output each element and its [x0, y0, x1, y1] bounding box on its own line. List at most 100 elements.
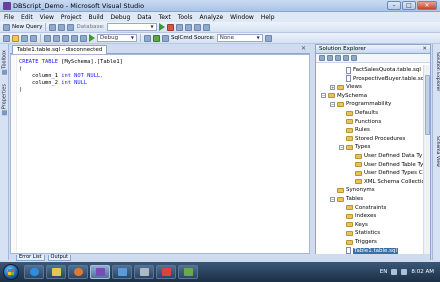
open-file-icon[interactable] — [12, 34, 19, 42]
menu-window[interactable]: Window — [230, 14, 254, 21]
tree-node[interactable]: − Tables — [330, 195, 363, 203]
save-all-icon[interactable] — [30, 34, 37, 42]
toolbar-more-icon[interactable] — [264, 34, 272, 42]
menu-file[interactable]: File — [4, 14, 14, 21]
results-grid-icon[interactable] — [184, 23, 192, 31]
code-text[interactable]: CREATE TABLE [MySchema].[Table1]( column… — [19, 59, 123, 94]
tree-node[interactable]: User Defined Table Ty — [348, 161, 423, 169]
view-designer-icon[interactable] — [351, 55, 357, 61]
menu-edit[interactable]: Edit — [21, 14, 33, 21]
output-tab[interactable]: Output — [47, 254, 71, 261]
add-item-icon[interactable] — [3, 34, 10, 42]
menu-build[interactable]: Build — [88, 14, 103, 21]
start-debug-icon[interactable] — [89, 34, 95, 42]
tree-node[interactable]: Triggers — [339, 238, 377, 246]
taskbar-app-6[interactable] — [134, 265, 154, 279]
doc-tab-table1[interactable]: Table1.table.sql - disconnected — [12, 45, 108, 54]
view-code-icon[interactable] — [343, 55, 349, 61]
parse-icon[interactable] — [175, 23, 183, 31]
schema-view-tab[interactable]: Schema View — [434, 136, 440, 167]
close-button[interactable]: ✕ — [417, 1, 437, 10]
tree-node[interactable]: Stored Procedures — [339, 135, 405, 143]
tree-node[interactable]: − MySchema — [321, 92, 367, 100]
tree-node[interactable]: Functions — [339, 118, 381, 126]
tree-node[interactable]: Indexes — [339, 212, 376, 220]
sqlcmd-mode-icon[interactable] — [153, 34, 160, 42]
change-connection-icon[interactable] — [67, 23, 75, 31]
copy-icon[interactable] — [53, 34, 60, 42]
save-icon[interactable] — [21, 34, 28, 42]
properties-icon[interactable] — [319, 55, 325, 61]
tree-node[interactable]: ProspectiveBuyer.table.sq — [339, 75, 424, 83]
tree-node[interactable]: − Types — [339, 143, 371, 151]
tree-node[interactable]: + Views — [330, 83, 362, 91]
taskbar-visual-studio[interactable] — [90, 265, 110, 279]
tree-node[interactable]: XML Schema Collectio — [348, 178, 424, 186]
menu-debug[interactable]: Debug — [111, 14, 131, 21]
results-text-icon[interactable] — [193, 23, 201, 31]
tree-node[interactable]: − Programmability — [330, 100, 391, 108]
cut-icon[interactable] — [44, 34, 51, 42]
sqlcmd-source-combo[interactable]: None ▼ — [216, 34, 263, 42]
network-icon[interactable] — [391, 269, 398, 275]
collapse-icon[interactable]: − — [330, 101, 335, 107]
code-editor[interactable]: CREATE TABLE [MySchema].[Table1]( column… — [10, 54, 310, 254]
undo-icon[interactable] — [71, 34, 78, 42]
redo-icon[interactable] — [80, 34, 87, 42]
expand-icon[interactable]: + — [330, 84, 335, 90]
maximize-button[interactable]: □ — [402, 1, 416, 10]
menu-text[interactable]: Text — [159, 14, 171, 21]
volume-icon[interactable] — [401, 269, 408, 275]
properties-tab[interactable]: Properties — [1, 84, 8, 116]
error-list-tab[interactable]: Error List — [16, 254, 45, 261]
tree-node[interactable]: Statistics — [339, 229, 380, 237]
tree-node[interactable]: FactSalesQuota.table.sql — [339, 66, 421, 74]
editor-gutter — [11, 55, 17, 253]
collapse-icon[interactable]: − — [339, 144, 344, 150]
paste-icon[interactable] — [62, 34, 69, 42]
taskbar-app-5[interactable] — [112, 265, 132, 279]
connect-icon[interactable] — [49, 23, 57, 31]
menu-tools[interactable]: Tools — [178, 14, 193, 21]
refresh-icon[interactable] — [335, 55, 341, 61]
taskbar-ie[interactable] — [24, 265, 44, 279]
collapse-icon[interactable]: − — [321, 93, 326, 99]
new-query-button[interactable]: New Query — [12, 24, 42, 30]
taskbar-media[interactable] — [68, 265, 88, 279]
tree-node[interactable]: User Defined Types CL — [348, 169, 424, 177]
sqlcmd-variables-icon[interactable] — [162, 34, 169, 42]
cancel-query-icon[interactable] — [166, 23, 174, 31]
language-indicator[interactable]: EN — [380, 269, 388, 275]
disconnect-icon[interactable] — [58, 23, 66, 31]
taskbar-app-8[interactable] — [178, 265, 198, 279]
menu-view[interactable]: View — [40, 14, 54, 21]
tree-node[interactable]: Keys — [339, 221, 368, 229]
scroll-thumb[interactable] — [425, 75, 430, 135]
menu-project[interactable]: Project — [61, 14, 82, 21]
tree-node[interactable]: Rules — [339, 126, 370, 134]
solution-explorer-tab[interactable]: Solution Explorer — [434, 52, 440, 91]
taskbar-app-7[interactable] — [156, 265, 176, 279]
minimize-button[interactable]: – — [387, 1, 401, 10]
taskbar-explorer[interactable] — [46, 265, 66, 279]
close-pane-icon[interactable]: ✕ — [422, 45, 427, 53]
results-file-icon[interactable] — [202, 23, 210, 31]
close-doc-icon[interactable]: ✕ — [301, 45, 306, 52]
menu-analyze[interactable]: Analyze — [200, 14, 224, 21]
menu-help[interactable]: Help — [261, 14, 275, 21]
start-button[interactable] — [3, 264, 19, 280]
show-all-files-icon[interactable] — [327, 55, 333, 61]
tree-node[interactable]: Synonyms — [330, 186, 375, 194]
clock[interactable]: 8:02 AM — [411, 269, 434, 275]
collapse-icon[interactable]: − — [330, 196, 335, 202]
menu-data[interactable]: Data — [137, 14, 151, 21]
tree-node[interactable]: Constraints — [339, 204, 386, 212]
configuration-combo[interactable]: Debug ▼ — [97, 34, 137, 42]
toolbox-tab[interactable]: Toolbox — [1, 50, 8, 75]
execute-icon[interactable] — [158, 23, 165, 31]
tree-node[interactable]: Defaults — [339, 109, 378, 117]
tree-scrollbar[interactable] — [423, 65, 430, 259]
find-icon[interactable] — [144, 34, 151, 42]
tree-node[interactable]: User Defined Data Ty — [348, 152, 422, 160]
database-combo[interactable]: ▼ — [106, 23, 157, 31]
